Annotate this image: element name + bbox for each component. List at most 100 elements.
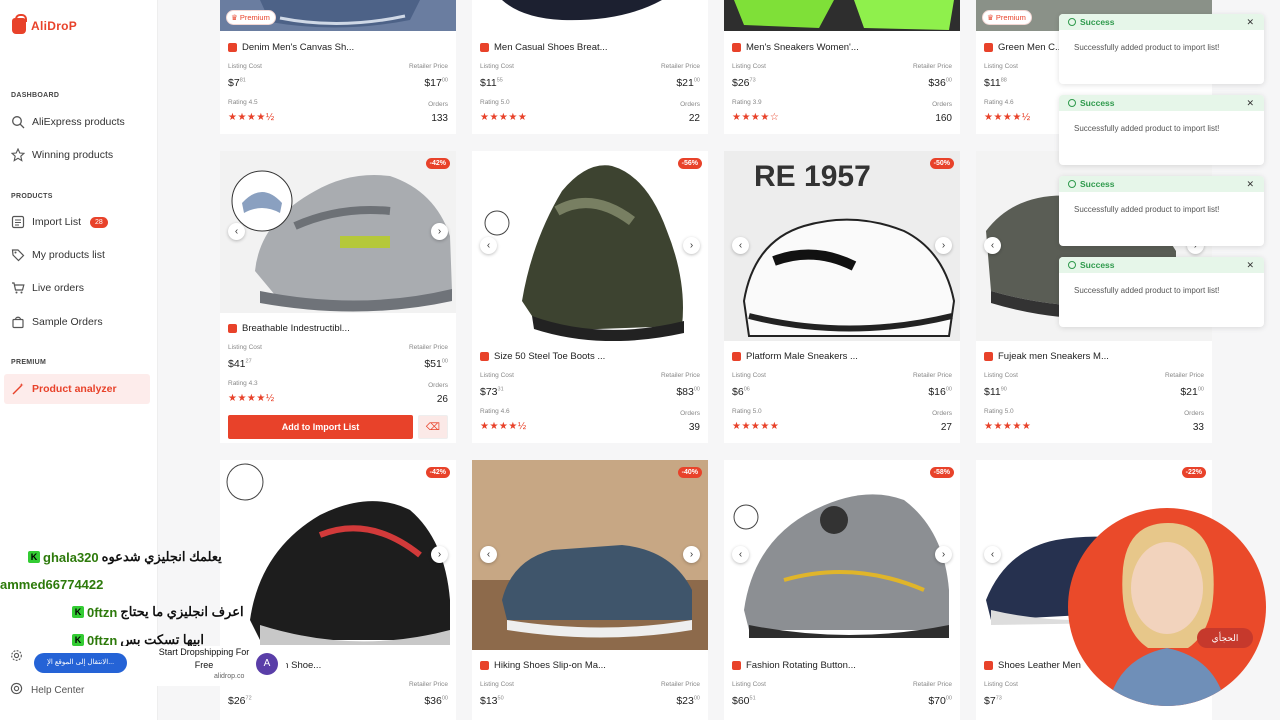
listing-cost-value: $1155	[480, 77, 503, 89]
listing-cost-value: $1188	[984, 77, 1007, 89]
orders-value: 22	[688, 113, 700, 124]
help-icon	[10, 682, 23, 698]
sidebar-item-aliexpress-products[interactable]: AliExpress products	[4, 107, 150, 137]
product-image[interactable]: RE 1957 -50% ‹ ›	[724, 151, 960, 341]
listing-cost-label: Listing Cost	[732, 63, 766, 70]
promo-visit-button[interactable]: الانتقال إلى الموقع الإ...	[34, 653, 127, 673]
sidebar-item-live-orders[interactable]: Live orders	[4, 273, 150, 303]
product-card-hovered[interactable]: -42% ‹ › Breathable Indestructibl... Lis…	[220, 151, 456, 443]
product-image[interactable]: ♛ Premium	[220, 0, 456, 31]
next-image-button[interactable]: ›	[683, 237, 700, 254]
close-icon[interactable]: ✕	[1246, 179, 1254, 190]
orders-label: Orders	[680, 101, 700, 108]
toast-message: Successfully added product to import lis…	[1074, 286, 1220, 295]
next-image-button[interactable]: ›	[935, 237, 952, 254]
listing-cost-label: Listing Cost	[480, 63, 514, 70]
product-title[interactable]: Fashion Rotating Button...	[732, 660, 952, 671]
sidebar-item-label: Import List	[32, 216, 82, 228]
rating-stars: ★★★★★	[480, 112, 528, 123]
bag-icon	[11, 315, 25, 329]
next-image-button[interactable]: ›	[431, 223, 448, 240]
orders-label: Orders	[680, 410, 700, 417]
search-icon	[11, 115, 25, 129]
premium-badge: ♛ Premium	[226, 10, 276, 25]
listing-cost-value: $773	[984, 695, 1002, 707]
close-icon[interactable]: ✕	[1246, 98, 1254, 109]
app-logo[interactable]: AliDroP	[12, 14, 77, 34]
product-image[interactable]: -42% ›	[220, 460, 456, 650]
section-dashboard: DASHBOARD	[11, 92, 60, 99]
sidebar-item-winning-products[interactable]: Winning products	[4, 140, 150, 170]
orders-value: 160	[935, 113, 952, 124]
listing-cost-label: Listing Cost	[480, 372, 514, 379]
product-title[interactable]: Size 50 Steel Toe Boots ...	[480, 351, 700, 362]
prev-image-button[interactable]: ‹	[228, 223, 245, 240]
product-card[interactable]: Men Casual Shoes Breat... Listing Cost R…	[472, 0, 708, 134]
product-image[interactable]: -40% ‹ ›	[472, 460, 708, 650]
rating-stars: ★★★★½	[480, 421, 527, 432]
prev-image-button[interactable]: ‹	[732, 237, 749, 254]
product-title[interactable]: Fujeak men Sneakers M...	[984, 351, 1204, 362]
success-toast: Success ✕ Successfully added product to …	[1059, 257, 1264, 327]
rating-stars: ★★★★★	[732, 421, 780, 432]
prev-image-button[interactable]: ‹	[480, 237, 497, 254]
discount-badge: -42%	[425, 158, 450, 169]
close-icon[interactable]: ✕	[1246, 260, 1254, 271]
product-title[interactable]: Hiking Shoes Slip-on Ma...	[480, 660, 700, 671]
product-card[interactable]: -40% ‹ › Hiking Shoes Slip-on Ma... List…	[472, 460, 708, 720]
bag-logo-icon	[12, 14, 27, 34]
listing-cost-label: Listing Cost	[732, 372, 766, 379]
rating-stars: ★★★★½	[984, 112, 1031, 123]
sidebar-item-import-list[interactable]: Import List 28	[4, 207, 150, 237]
sidebar-item-my-products[interactable]: My products list	[4, 240, 150, 270]
close-icon[interactable]: ✕	[1246, 17, 1254, 28]
settings-link[interactable]	[10, 649, 23, 665]
rating-label: Rating 5.0	[984, 408, 1014, 415]
toast-message: Successfully added product to import lis…	[1074, 43, 1220, 52]
rating-label: Rating 4.5	[228, 99, 258, 106]
product-title[interactable]: Men Casual Shoes Breat...	[480, 42, 700, 53]
svg-text:RE 1957: RE 1957	[754, 160, 871, 193]
product-card[interactable]: ♛ Premium Denim Men's Canvas Sh... Listi…	[220, 0, 456, 134]
product-title[interactable]: Breathable Indestructibl...	[228, 323, 448, 334]
gift-tag[interactable]: الحجأي	[1197, 628, 1253, 648]
product-card[interactable]: -56% ‹ › Size 50 Steel Toe Boots ... Lis…	[472, 151, 708, 443]
section-products: PRODUCTS	[11, 193, 53, 200]
product-image[interactable]	[472, 0, 708, 31]
discount-badge: -50%	[929, 158, 954, 169]
product-card[interactable]: -58% ‹ › Fashion Rotating Button... List…	[724, 460, 960, 720]
prev-image-button[interactable]: ‹	[732, 546, 749, 563]
aliexpress-icon	[480, 352, 489, 361]
next-image-button[interactable]: ›	[935, 546, 952, 563]
success-icon	[1068, 99, 1076, 107]
discount-badge: -22%	[1181, 467, 1206, 478]
chat-username: ghala320	[43, 549, 99, 565]
sidebar-item-sample-orders[interactable]: Sample Orders	[4, 307, 150, 337]
product-image[interactable]: -42% ‹ ›	[220, 151, 456, 313]
add-to-import-list-button[interactable]: Add to Import List	[228, 415, 413, 439]
product-image[interactable]	[724, 0, 960, 31]
retailer-price-value: $2100	[1180, 386, 1204, 398]
next-image-button[interactable]: ›	[683, 546, 700, 563]
discount-badge: -40%	[677, 467, 702, 478]
product-title[interactable]: Denim Men's Canvas Sh...	[228, 42, 448, 53]
sidebar-item-label: My products list	[32, 249, 105, 261]
prev-image-button[interactable]: ‹	[480, 546, 497, 563]
presenter-video	[1068, 508, 1266, 706]
trash-icon[interactable]: ⌫	[418, 415, 448, 439]
product-card[interactable]: RE 1957 -50% ‹ › Platform Male Sneakers …	[724, 151, 960, 443]
listing-cost-label: Listing Cost	[984, 372, 1018, 379]
listing-cost-label: Listing Cost	[480, 681, 514, 688]
prev-image-button[interactable]: ‹	[984, 237, 1001, 254]
sidebar-item-product-analyzer[interactable]: Product analyzer	[4, 374, 150, 404]
product-title[interactable]: Platform Male Sneakers ...	[732, 351, 952, 362]
prev-image-button[interactable]: ‹	[984, 546, 1001, 563]
listing-cost-label: Listing Cost	[732, 681, 766, 688]
product-image[interactable]: -56% ‹ ›	[472, 151, 708, 341]
promo-banner[interactable]: الانتقال إلى الموقع الإ... Start Dropshi…	[24, 646, 286, 686]
product-card[interactable]: Men's Sneakers Women'... Listing Cost Re…	[724, 0, 960, 134]
product-title[interactable]: Men's Sneakers Women'...	[732, 42, 952, 53]
toast-message: Successfully added product to import lis…	[1074, 124, 1220, 133]
product-image[interactable]: -58% ‹ ›	[724, 460, 960, 650]
next-image-button[interactable]: ›	[431, 546, 448, 563]
